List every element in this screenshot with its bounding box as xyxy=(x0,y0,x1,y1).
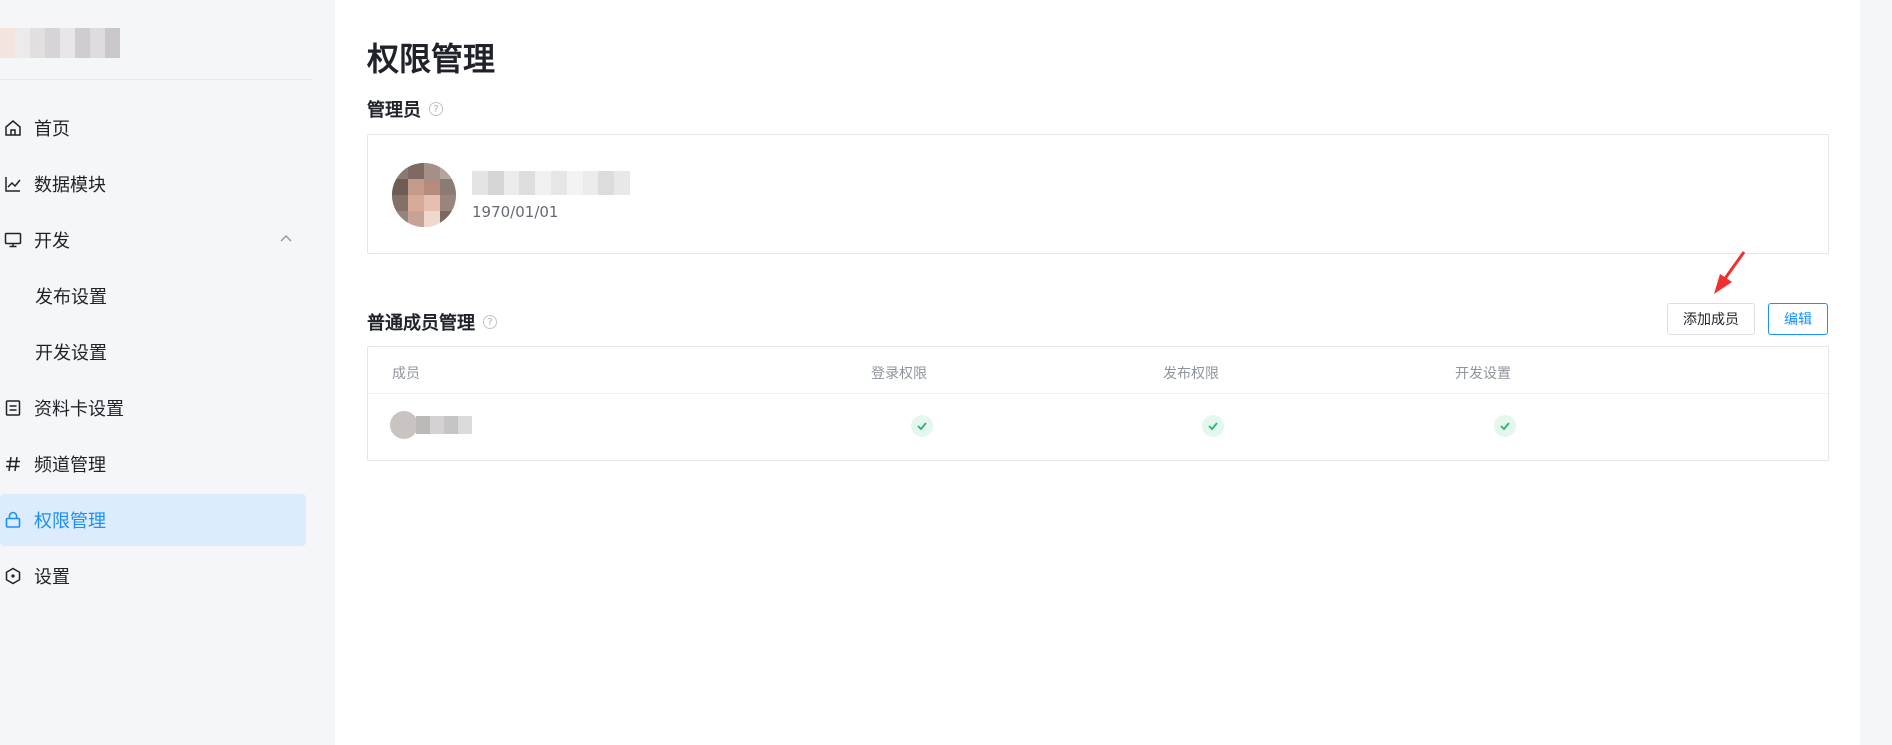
help-icon[interactable]: ? xyxy=(429,102,443,116)
card-icon xyxy=(2,397,24,419)
column-header-publish: 发布权限 xyxy=(1163,366,1219,382)
check-icon xyxy=(1500,422,1510,431)
members-table: 成员 登录权限 发布权限 开发设置 xyxy=(367,346,1829,461)
sidebar-item-profile-card[interactable]: 资料卡设置 xyxy=(0,382,306,434)
sidebar-item-label: 设置 xyxy=(34,567,70,588)
publish-permission-check xyxy=(1202,415,1224,437)
login-permission-check xyxy=(911,415,933,437)
sidebar-item-label: 数据模块 xyxy=(34,175,106,196)
admin-card: 1970/01/01 xyxy=(367,134,1829,254)
sidebar-item-settings[interactable]: 设置 xyxy=(0,550,306,602)
check-icon xyxy=(1208,422,1218,431)
sidebar-item-home[interactable]: 首页 xyxy=(0,102,306,154)
sidebar-divider xyxy=(0,79,312,80)
admin-name-blurred xyxy=(472,171,630,195)
column-header-member: 成员 xyxy=(392,366,420,382)
sidebar-item-publish-settings[interactable]: 发布设置 xyxy=(0,270,306,322)
sidebar-item-label: 开发 xyxy=(34,231,70,252)
sidebar-item-data-module[interactable]: 数据模块 xyxy=(0,158,306,210)
admin-join-date: 1970/01/01 xyxy=(472,203,559,221)
line-chart-icon xyxy=(2,173,24,195)
help-icon[interactable]: ? xyxy=(483,315,497,329)
hexagon-icon xyxy=(2,565,24,587)
members-section-title: 普通成员管理 ? xyxy=(367,309,497,335)
lock-icon xyxy=(2,509,24,531)
develop-permission-check xyxy=(1494,415,1516,437)
sidebar-item-channels[interactable]: 频道管理 xyxy=(0,438,306,490)
avatar xyxy=(392,163,456,227)
sidebar: 首页 数据模块 开发 发布设置 开发设置 资料卡设置 频道管理 权限管理 设置 xyxy=(0,0,332,745)
page-title: 权限管理 xyxy=(367,40,496,78)
column-header-develop: 开发设置 xyxy=(1455,366,1511,382)
sidebar-item-develop-settings[interactable]: 开发设置 xyxy=(0,326,306,378)
member-name-blurred xyxy=(390,411,480,439)
edit-button[interactable]: 编辑 xyxy=(1768,303,1828,335)
sidebar-item-develop[interactable]: 开发 xyxy=(0,214,306,266)
annotation-arrow xyxy=(1714,251,1746,294)
admin-section-title: 管理员 ? xyxy=(367,96,443,122)
sidebar-item-label: 频道管理 xyxy=(34,455,106,476)
sidebar-item-label: 首页 xyxy=(34,119,70,140)
hash-icon xyxy=(2,453,24,475)
sidebar-item-label: 资料卡设置 xyxy=(34,399,124,420)
add-member-button[interactable]: 添加成员 xyxy=(1667,303,1755,335)
home-icon xyxy=(2,117,24,139)
sidebar-item-label: 权限管理 xyxy=(34,511,106,532)
main-content: 权限管理 管理员 ? 1970/01/01 普通成员管理 ? 添加成员 编辑 成… xyxy=(335,0,1860,745)
sidebar-item-permissions[interactable]: 权限管理 xyxy=(0,494,306,546)
app-logo[interactable] xyxy=(0,28,122,58)
window-edge xyxy=(1860,0,1892,745)
sidebar-item-label: 开发设置 xyxy=(35,343,107,364)
sidebar-nav: 首页 数据模块 开发 发布设置 开发设置 资料卡设置 频道管理 权限管理 设置 xyxy=(0,102,312,606)
monitor-icon xyxy=(2,229,24,251)
check-icon xyxy=(917,422,927,431)
admin-section-label: 管理员 xyxy=(367,100,421,121)
chevron-up-icon[interactable] xyxy=(278,231,294,247)
header-divider xyxy=(368,393,1828,394)
column-header-login: 登录权限 xyxy=(871,366,927,382)
members-section-label: 普通成员管理 xyxy=(367,313,475,334)
sidebar-item-label: 发布设置 xyxy=(35,287,107,308)
